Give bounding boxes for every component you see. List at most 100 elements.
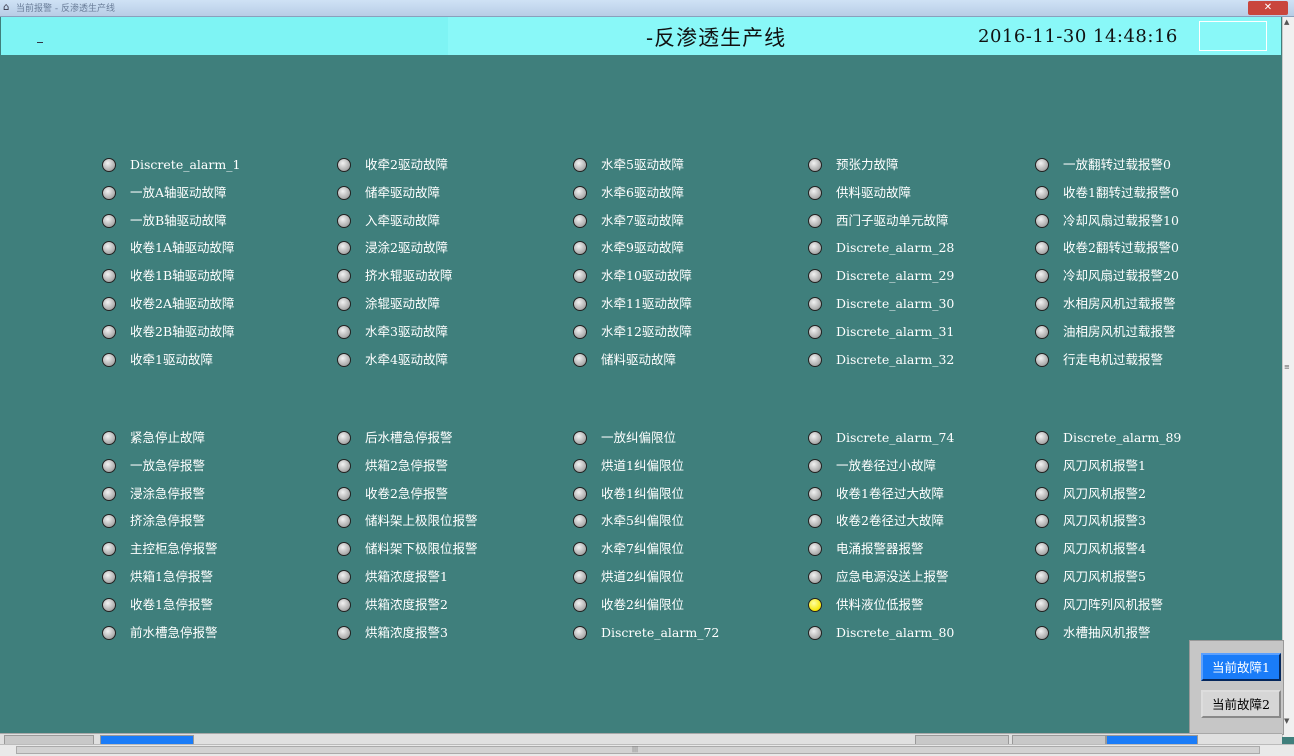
alarm-indicator-icon	[337, 487, 351, 501]
alarm-label: Discrete_alarm_30	[836, 296, 955, 311]
alarm-label: 油相房风机过载报警	[1063, 324, 1176, 339]
alarm-indicator-icon	[102, 542, 116, 556]
alarm-indicator-icon	[102, 241, 116, 255]
alarm-indicator-icon	[808, 570, 822, 584]
alarm-label: Discrete_alarm_32	[836, 352, 955, 367]
alarm-indicator-icon	[808, 214, 822, 228]
alarm-indicator-icon	[808, 542, 822, 556]
alarm-indicator-icon	[573, 269, 587, 283]
alarm-indicator-icon	[102, 214, 116, 228]
alarm-indicator-icon	[808, 325, 822, 339]
alarm-indicator-icon	[573, 297, 587, 311]
alarm-indicator-icon	[1035, 459, 1049, 473]
alarm-indicator-icon	[337, 431, 351, 445]
alarm-label: Discrete_alarm_28	[836, 240, 955, 255]
alarm-label: 烘道1纠偏限位	[601, 458, 684, 473]
alarm-label: 水牵7驱动故障	[601, 213, 684, 228]
alarm-label: 储料架下极限位报警	[365, 541, 478, 556]
alarm-label: 水牵12驱动故障	[601, 324, 692, 339]
alarm-indicator-icon	[808, 353, 822, 367]
alarm-indicator-icon	[1035, 353, 1049, 367]
alarm-indicator-icon	[337, 626, 351, 640]
alarm-indicator-icon	[1035, 626, 1049, 640]
alarm-label: 烘道2纠偏限位	[601, 569, 684, 584]
alarm-indicator-icon	[808, 514, 822, 528]
scroll-grip-icon: |||	[632, 746, 639, 753]
alarm-label: 水槽抽风机报警	[1063, 625, 1151, 640]
alarm-label: 风刀风机报警4	[1063, 541, 1146, 556]
alarm-label: 挤涂急停报警	[130, 513, 206, 528]
alarm-label: 储牵驱动故障	[365, 185, 441, 200]
alarm-label: 应急电源没送上报警	[836, 569, 949, 584]
alarm-indicator-icon	[1035, 598, 1049, 612]
alarm-label: 收卷1A轴驱动故障	[130, 240, 235, 255]
alarm-indicator-icon	[573, 626, 587, 640]
alarm-indicator-icon	[1035, 570, 1049, 584]
alarm-label: 行走电机过载报警	[1063, 352, 1164, 367]
alarm-label: Discrete_alarm_31	[836, 324, 955, 339]
alarm-label: 收卷1急停报警	[130, 597, 213, 612]
alarm-label: 一放急停报警	[130, 458, 206, 473]
header-blank-box	[1199, 21, 1267, 51]
alarm-indicator-icon	[573, 459, 587, 473]
alarm-label: 电涌报警器报警	[836, 541, 924, 556]
alarm-indicator-icon	[337, 214, 351, 228]
alarm-indicator-icon	[337, 598, 351, 612]
alarm-label: 水牵5纠偏限位	[601, 513, 684, 528]
alarm-indicator-icon	[1035, 431, 1049, 445]
alarm-indicator-icon	[573, 325, 587, 339]
alarm-label: 风刀阵列风机报警	[1063, 597, 1164, 612]
alarm-indicator-icon	[573, 186, 587, 200]
alarm-indicator-icon	[337, 325, 351, 339]
current-fault-1-button[interactable]: 当前故障1	[1201, 653, 1281, 681]
alarm-label: 供料驱动故障	[836, 185, 912, 200]
alarm-indicator-icon	[337, 158, 351, 172]
alarm-label: 西门子驱动单元故障	[836, 213, 949, 228]
alarm-indicator-icon	[102, 269, 116, 283]
alarm-indicator-icon	[337, 542, 351, 556]
alarm-indicator-icon	[808, 297, 822, 311]
alarm-label: 收卷1翻转过载报警0	[1063, 185, 1179, 200]
horizontal-scrollbar[interactable]: |||	[0, 744, 1294, 756]
alarm-indicator-icon	[808, 598, 822, 612]
alarm-label: 浸涂2驱动故障	[365, 240, 448, 255]
alarm-label: 储料驱动故障	[601, 352, 677, 367]
alarm-label: 水牵4驱动故障	[365, 352, 448, 367]
close-button[interactable]: ✕	[1248, 1, 1288, 15]
alarm-label: 收卷2纠偏限位	[601, 597, 684, 612]
alarm-label: 后水槽急停报警	[365, 430, 453, 445]
scroll-up-icon[interactable]: ▲	[1284, 18, 1289, 26]
alarm-label: 一放纠偏限位	[601, 430, 677, 445]
alarm-label: 收卷1B轴驱动故障	[130, 268, 235, 283]
alarm-label: Discrete_alarm_72	[601, 625, 720, 640]
current-fault-2-button[interactable]: 当前故障2	[1201, 690, 1281, 718]
alarm-indicator-icon	[337, 297, 351, 311]
alarm-indicator-icon	[1035, 542, 1049, 556]
alarm-label: 水相房风机过载报警	[1063, 296, 1176, 311]
alarm-label: Discrete_alarm_1	[130, 157, 241, 172]
alarm-label: 主控柜急停报警	[130, 541, 218, 556]
alarm-label: 收卷1纠偏限位	[601, 486, 684, 501]
alarm-label: 烘箱2急停报警	[365, 458, 448, 473]
alarm-label: 风刀风机报警5	[1063, 569, 1146, 584]
alarm-label: 烘箱1急停报警	[130, 569, 213, 584]
alarm-indicator-icon	[337, 241, 351, 255]
alarm-indicator-icon	[102, 186, 116, 200]
alarm-indicator-icon	[808, 459, 822, 473]
alarm-indicator-icon	[102, 514, 116, 528]
alarm-indicator-icon	[102, 297, 116, 311]
alarm-label: 水牵9驱动故障	[601, 240, 684, 255]
alarm-indicator-icon	[573, 570, 587, 584]
alarm-indicator-icon	[102, 325, 116, 339]
alarm-indicator-icon	[573, 241, 587, 255]
scroll-down-icon[interactable]: ▼	[1284, 717, 1289, 725]
alarm-indicator-icon	[102, 431, 116, 445]
vertical-scrollbar[interactable]: ▲ ≡ ▼	[1282, 17, 1294, 737]
alarm-indicator-icon	[337, 186, 351, 200]
alarm-label: 风刀风机报警2	[1063, 486, 1146, 501]
alarm-label: 供料液位低报警	[836, 597, 924, 612]
alarm-indicator-icon	[808, 241, 822, 255]
alarm-label: 收卷2A轴驱动故障	[130, 296, 235, 311]
alarm-label: 涂辊驱动故障	[365, 296, 441, 311]
alarm-indicator-icon	[102, 353, 116, 367]
